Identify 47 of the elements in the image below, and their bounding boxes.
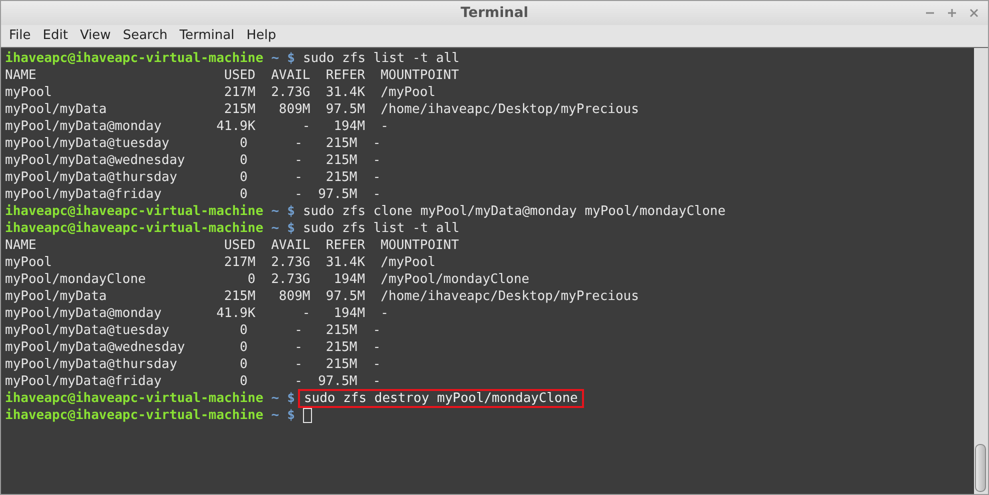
prompt-user-host: ihaveapc@ihaveapc-virtual-machine <box>5 220 264 237</box>
output-line: myPool 217M 2.73G 31.4K /myPool <box>5 84 436 101</box>
output-line: myPool/myData@monday 41.9K - 194M - <box>5 305 389 322</box>
prompt-symbol: $ <box>287 220 295 237</box>
prompt-user-host: ihaveapc@ihaveapc-virtual-machine <box>5 50 264 67</box>
maximize-icon[interactable] <box>946 7 958 19</box>
prompt-path: ~ <box>271 50 280 67</box>
output-line: myPool/myData@monday 41.9K - 194M - <box>5 118 389 135</box>
prompt-symbol: $ <box>287 50 295 67</box>
menu-item[interactable]: Edit <box>38 25 73 47</box>
output-line: myPool/myData@friday 0 - 97.5M - <box>5 373 381 390</box>
output-line: NAME USED AVAIL REFER MOUNTPOINT <box>5 237 459 254</box>
command: sudo zfs list -t all <box>302 220 460 237</box>
prompt-symbol: $ <box>287 407 295 424</box>
output-line: myPool/myData@wednesday 0 - 215M - <box>5 339 381 356</box>
prompt-user-host: ihaveapc@ihaveapc-virtual-machine <box>5 407 264 424</box>
command: sudo zfs clone myPool/myData@monday myPool/mondayClone <box>302 203 726 220</box>
prompt-symbol: $ <box>287 203 295 220</box>
output-line: myPool/myData@wednesday 0 - 215M - <box>5 152 381 169</box>
output-line: myPool/myData 215M 809M 97.5M /home/ihaveapc/Desktop/myPrecious <box>5 101 639 118</box>
prompt-user-host: ihaveapc@ihaveapc-virtual-machine <box>5 203 264 220</box>
window-title: Terminal <box>460 4 528 22</box>
command: sudo zfs list -t all <box>302 50 460 67</box>
output-line: NAME USED AVAIL REFER MOUNTPOINT <box>5 67 459 84</box>
output-line: myPool 217M 2.73G 31.4K /myPool <box>5 254 436 271</box>
output-line: myPool/myData 215M 809M 97.5M /home/ihaveapc/Desktop/myPrecious <box>5 288 639 305</box>
output-line: myPool/myData@tuesday 0 - 215M - <box>5 135 381 152</box>
prompt-path: ~ <box>271 220 280 237</box>
menu-item[interactable]: File <box>4 25 36 47</box>
menu-item[interactable]: View <box>74 25 116 47</box>
output-line: myPool/myData@thursday 0 - 215M - <box>5 169 381 186</box>
menu-item[interactable]: Help <box>241 25 282 47</box>
close-icon[interactable] <box>968 7 980 19</box>
output-line: myPool/myData@friday 0 - 97.5M - <box>5 186 381 203</box>
menu-item[interactable]: Search <box>118 25 172 47</box>
prompt-path: ~ <box>271 407 280 424</box>
menu-item[interactable]: Terminal <box>174 25 240 47</box>
scrollbar-thumb[interactable] <box>975 444 986 492</box>
output-line: myPool/mondayClone 0 2.73G 194M /myPool/mondayClone <box>5 271 530 288</box>
output-line: myPool/myData@tuesday 0 - 215M - <box>5 322 381 339</box>
prompt-user-host: ihaveapc@ihaveapc-virtual-machine <box>5 390 264 407</box>
prompt-symbol: $ <box>287 390 295 407</box>
prompt-path: ~ <box>271 390 280 407</box>
highlighted-command: sudo zfs destroy myPool/mondayClone <box>298 389 584 408</box>
prompt-path: ~ <box>271 203 280 220</box>
output-line: myPool/myData@thursday 0 - 215M - <box>5 356 381 373</box>
scrollbar-track[interactable] <box>974 48 988 494</box>
